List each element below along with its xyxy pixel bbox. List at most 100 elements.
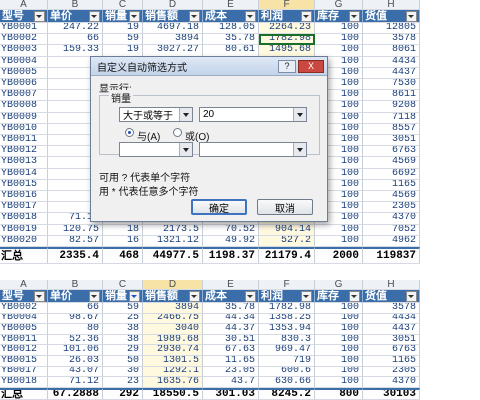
table-cell[interactable]: 3040: [143, 324, 203, 335]
table-cell[interactable]: YB0004: [0, 313, 48, 325]
table-cell[interactable]: 8557: [363, 123, 420, 135]
table-cell[interactable]: YB0015: [0, 179, 48, 191]
table-cell[interactable]: 100: [315, 377, 363, 388]
close-button[interactable]: X: [298, 59, 324, 73]
table-cell[interactable]: YB0006: [0, 79, 48, 91]
table-cell[interactable]: 1165: [363, 356, 420, 367]
table-cell[interactable]: 6692: [363, 168, 420, 180]
table-cell[interactable]: 1989.68: [143, 334, 203, 346]
table-cell[interactable]: 1301.5: [143, 356, 203, 367]
table-cell[interactable]: 18: [103, 224, 143, 236]
value2-combo[interactable]: [199, 142, 307, 157]
table-cell[interactable]: 1358.25: [259, 313, 315, 325]
table-cell[interactable]: 52.36: [48, 334, 103, 346]
table-cell[interactable]: 100: [315, 334, 363, 346]
table-cell[interactable]: 100: [315, 366, 363, 378]
column-letter-g[interactable]: G: [315, 0, 363, 10]
column-letter-h[interactable]: H: [363, 0, 420, 10]
table-cell[interactable]: 7118: [363, 112, 420, 124]
table-cell[interactable]: 4962: [363, 235, 420, 247]
table-cell[interactable]: 2466.75: [143, 313, 203, 325]
table-cell[interactable]: 82.57: [48, 235, 103, 247]
table-cell[interactable]: 3051: [363, 334, 420, 346]
table-cell[interactable]: YB0014: [0, 168, 48, 180]
help-button[interactable]: ?: [278, 59, 296, 73]
table-cell[interactable]: YB0012: [0, 345, 48, 356]
filter-dropdown-icon[interactable]: [406, 290, 417, 302]
table-cell[interactable]: YB0013: [0, 157, 48, 169]
or-radio[interactable]: [173, 128, 182, 137]
table-cell[interactable]: 100: [315, 356, 363, 367]
table-cell[interactable]: YB0019: [0, 224, 48, 236]
column-letter-h[interactable]: H: [363, 280, 420, 290]
table-cell[interactable]: 38: [103, 334, 143, 346]
table-cell[interactable]: 80: [48, 324, 103, 335]
filter-dropdown-icon[interactable]: [301, 10, 312, 22]
column-letter-b[interactable]: B: [48, 0, 103, 10]
filter-dropdown-icon[interactable]: [349, 290, 360, 302]
table-cell[interactable]: 3027.27: [143, 45, 203, 57]
table-cell[interactable]: 1495.68: [259, 45, 315, 57]
filter-dropdown-icon[interactable]: [89, 290, 100, 302]
table-cell[interactable]: 4434: [363, 313, 420, 325]
total-cell[interactable]: 2000: [315, 247, 363, 264]
filter-dropdown-icon[interactable]: [129, 10, 140, 22]
filter-dropdown-icon[interactable]: [245, 10, 256, 22]
table-cell[interactable]: 49.92: [203, 235, 259, 247]
table-cell[interactable]: 2264.23: [259, 23, 315, 35]
table-cell[interactable]: YB0015: [0, 356, 48, 367]
total-cell[interactable]: 汇总: [0, 247, 48, 264]
table-cell[interactable]: 100: [315, 224, 363, 236]
column-letter-d[interactable]: D: [143, 0, 203, 10]
column-letter-c[interactable]: C: [103, 280, 143, 290]
table-cell[interactable]: YB0018: [0, 377, 48, 388]
table-cell[interactable]: 7530: [363, 79, 420, 91]
filter-dropdown-icon[interactable]: [245, 290, 256, 302]
table-cell[interactable]: 50: [103, 356, 143, 367]
table-cell[interactable]: 23.05: [203, 366, 259, 378]
and-radio[interactable]: [125, 128, 134, 137]
filter-dropdown-icon[interactable]: [34, 10, 45, 22]
table-cell[interactable]: YB0002: [0, 34, 48, 46]
table-cell[interactable]: 4370: [363, 213, 420, 225]
table-cell[interactable]: YB0011: [0, 135, 48, 147]
table-cell[interactable]: YB0008: [0, 101, 48, 113]
table-cell[interactable]: 19: [103, 23, 143, 35]
table-cell[interactable]: 4434: [363, 56, 420, 68]
table-cell[interactable]: YB0005: [0, 324, 48, 335]
table-cell[interactable]: 6763: [363, 345, 420, 356]
table-cell[interactable]: 101.06: [48, 345, 103, 356]
table-cell[interactable]: 100: [315, 45, 363, 57]
table-cell[interactable]: 59: [103, 303, 143, 314]
column-letter-e[interactable]: E: [203, 0, 259, 10]
table-cell[interactable]: 29: [103, 345, 143, 356]
filter-dropdown-icon[interactable]: [189, 10, 200, 22]
table-cell[interactable]: 12805: [363, 23, 420, 35]
table-cell[interactable]: 25: [103, 313, 143, 325]
total-cell[interactable]: 2335.4: [48, 247, 103, 264]
column-letter-a[interactable]: A: [0, 0, 48, 10]
table-cell[interactable]: 527.2: [259, 235, 315, 247]
table-cell[interactable]: 6763: [363, 146, 420, 158]
table-cell[interactable]: 59: [103, 34, 143, 46]
column-letter-a[interactable]: A: [0, 280, 48, 290]
column-letter-d[interactable]: D: [143, 280, 203, 290]
table-cell[interactable]: YB0001: [0, 23, 48, 35]
filter-dropdown-icon[interactable]: [189, 290, 200, 302]
cancel-button[interactable]: 取消: [257, 199, 313, 215]
table-cell[interactable]: YB0010: [0, 123, 48, 135]
table-cell[interactable]: 43.7: [203, 377, 259, 388]
total-cell[interactable]: 21179.4: [259, 247, 315, 264]
table-cell[interactable]: 66: [48, 303, 103, 314]
filter-dropdown-icon[interactable]: [301, 290, 312, 302]
table-cell[interactable]: 38: [103, 324, 143, 335]
operator1-select[interactable]: 大于或等于: [119, 107, 193, 122]
table-cell[interactable]: 100: [315, 34, 363, 46]
table-cell[interactable]: 3051: [363, 135, 420, 147]
table-cell[interactable]: 35.78: [203, 34, 259, 46]
table-cell[interactable]: 35.78: [203, 303, 259, 314]
table-cell[interactable]: 2305: [363, 202, 420, 214]
table-cell[interactable]: 100: [315, 324, 363, 335]
table-cell[interactable]: 159.33: [48, 45, 103, 57]
table-cell[interactable]: 969.47: [259, 345, 315, 356]
